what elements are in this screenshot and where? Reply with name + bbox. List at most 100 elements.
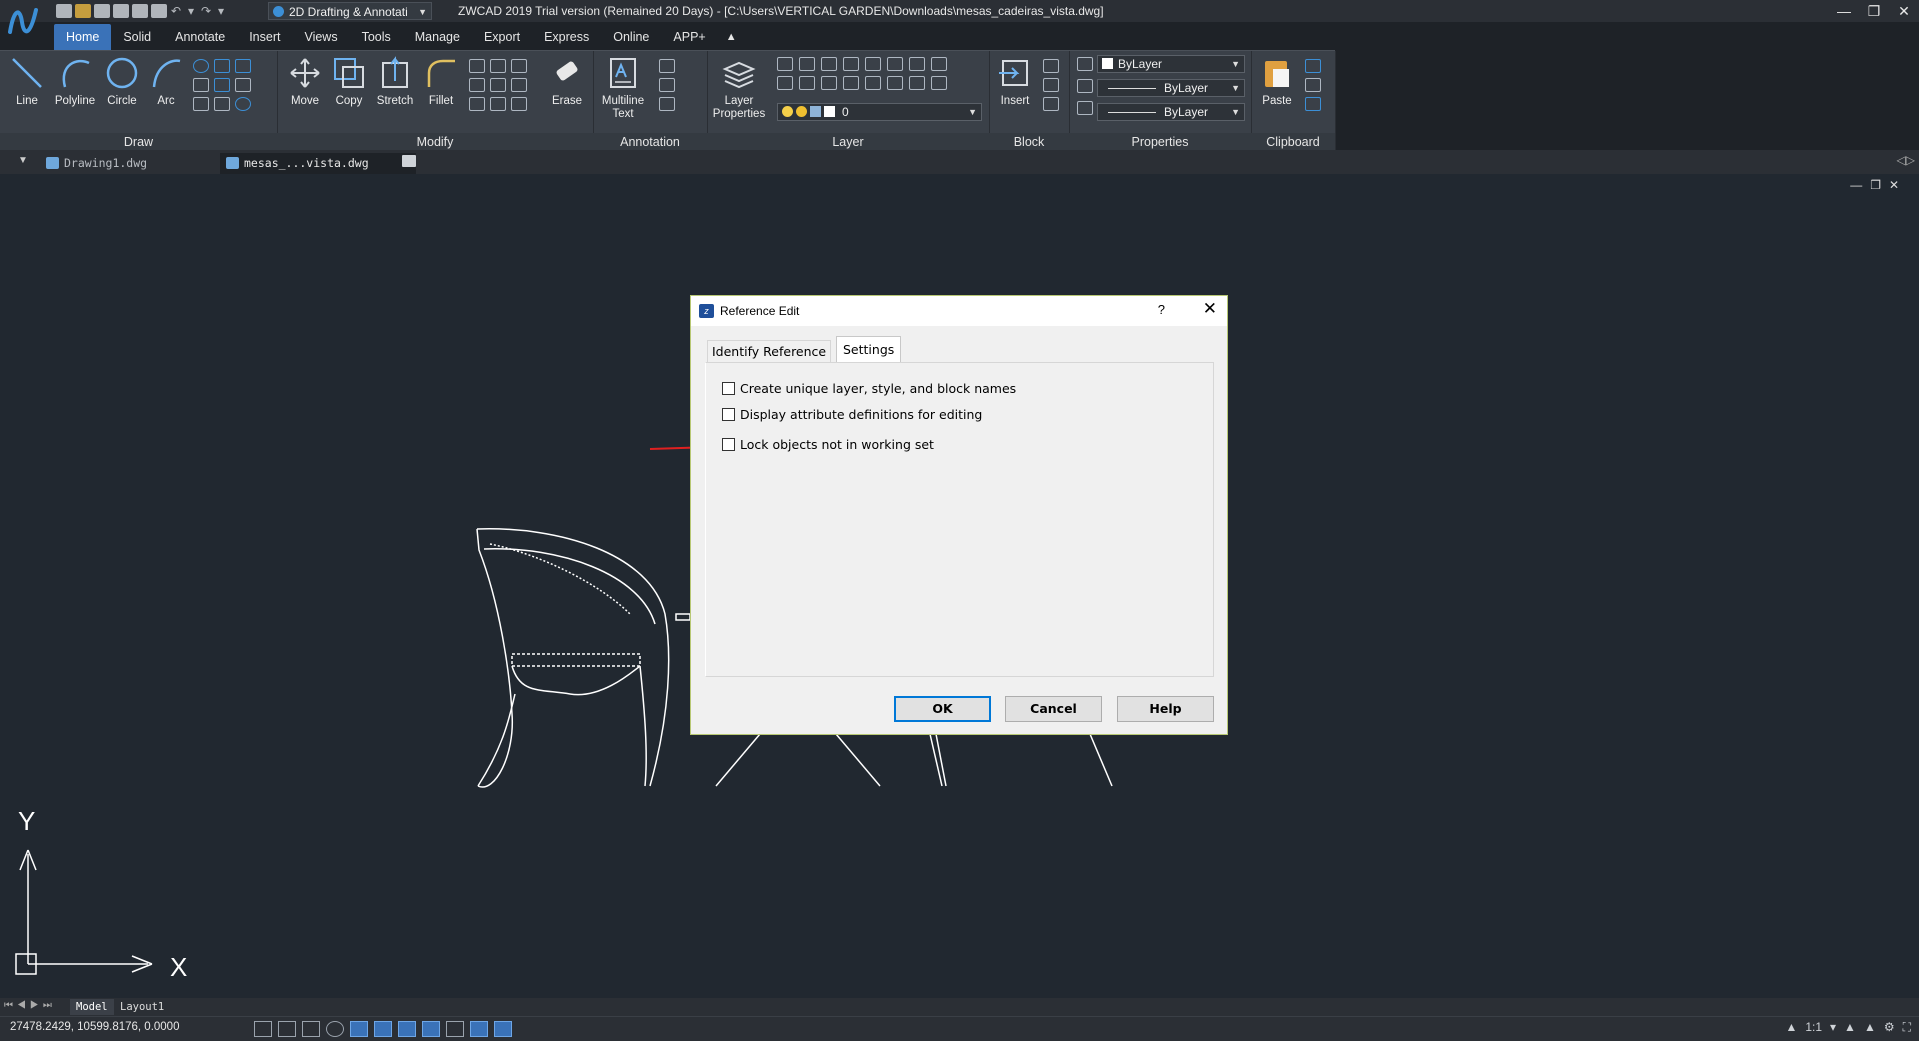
attribute-icon[interactable] <box>1043 97 1059 111</box>
copy-clip-icon[interactable] <box>1305 78 1321 92</box>
undo-dropdown-icon[interactable]: ▾ <box>185 4 197 18</box>
stretch-button[interactable]: Stretch <box>373 55 417 108</box>
layer-tool-icon[interactable] <box>821 57 837 71</box>
layout-nav-icons[interactable]: ⏮◀▶⏭ <box>4 1000 56 1011</box>
layer-tool-icon[interactable] <box>931 76 947 90</box>
tab-annotate[interactable]: Annotate <box>163 24 237 50</box>
layer-tool-icon[interactable] <box>887 57 903 71</box>
match-brush-icon[interactable] <box>1305 97 1321 111</box>
explode-icon[interactable] <box>490 97 506 111</box>
multiline-text-button[interactable]: Multiline Text <box>597 55 649 121</box>
tab-identify-reference[interactable]: Identify Reference <box>707 340 832 363</box>
leader-icon[interactable] <box>659 78 675 92</box>
close-icon[interactable]: ✕ <box>1889 0 1919 22</box>
annotation-scale-icon[interactable]: ▲ <box>1785 1020 1797 1035</box>
annotation-visibility-icon[interactable]: ▲ <box>1844 1020 1856 1035</box>
lineweight-dropdown[interactable]: ByLayer ▼ <box>1097 103 1245 121</box>
layer-dropdown[interactable]: 0 ▼ <box>777 103 982 121</box>
workspace-gear-icon[interactable]: ⚙ <box>1884 1020 1895 1035</box>
tab-insert[interactable]: Insert <box>237 24 292 50</box>
insert-button[interactable]: Insert <box>995 55 1035 108</box>
layer-tool-icon[interactable] <box>887 76 903 90</box>
paste-button[interactable]: Paste <box>1257 55 1297 108</box>
dynamic-input-icon[interactable] <box>422 1021 440 1037</box>
lineweight-icon[interactable] <box>1077 101 1093 115</box>
dyn-ucs-icon[interactable] <box>398 1021 416 1037</box>
layer-tool-icon[interactable] <box>777 76 793 90</box>
panel-draw-title[interactable]: Draw <box>0 133 277 151</box>
tab-layout1[interactable]: Layout1 <box>114 999 170 1015</box>
array-icon[interactable] <box>511 78 527 92</box>
scale-icon[interactable] <box>490 78 506 92</box>
layer-tool-icon[interactable] <box>821 76 837 90</box>
layer-tool-icon[interactable] <box>909 57 925 71</box>
redo-dropdown-icon[interactable]: ▾ <box>215 4 227 18</box>
layer-tool-icon[interactable] <box>799 76 815 90</box>
auto-scale-icon[interactable]: ▲ <box>1864 1020 1876 1035</box>
zwcad-logo-icon[interactable] <box>4 2 44 42</box>
osnap-icon[interactable] <box>350 1021 368 1037</box>
transparency-icon[interactable] <box>470 1021 488 1037</box>
grid-icon[interactable] <box>278 1021 296 1037</box>
spline-icon[interactable] <box>214 59 230 73</box>
arc-button[interactable]: Arc <box>146 55 186 108</box>
revision-cloud-icon[interactable] <box>214 78 230 92</box>
layer-tool-icon[interactable] <box>865 57 881 71</box>
circle-button[interactable]: Circle <box>100 55 144 108</box>
panel-modify-title[interactable]: Modify <box>277 133 593 151</box>
ortho-icon[interactable] <box>302 1021 320 1037</box>
layer-tool-icon[interactable] <box>843 57 859 71</box>
tab-scroll-icon[interactable]: ◁▷ <box>1897 153 1915 167</box>
print-icon[interactable] <box>132 4 148 18</box>
fullscreen-icon[interactable]: ⛶ <box>1903 1020 1911 1035</box>
mirror-icon[interactable] <box>469 78 485 92</box>
panel-annotation-title[interactable]: Annotation <box>593 133 707 151</box>
save-icon[interactable] <box>94 4 110 18</box>
snap-grid-icon[interactable] <box>254 1021 272 1037</box>
rotate-icon[interactable] <box>490 59 506 73</box>
layer-tool-icon[interactable] <box>843 76 859 90</box>
open-folder-icon[interactable] <box>75 4 91 18</box>
otrack-icon[interactable] <box>374 1021 392 1037</box>
lineweight-toggle-icon[interactable] <box>446 1021 464 1037</box>
layer-properties-button[interactable]: Layer Properties <box>709 55 769 121</box>
ok-button[interactable]: OK <box>894 696 991 722</box>
tab-express[interactable]: Express <box>532 24 601 50</box>
save-as-icon[interactable] <box>113 4 129 18</box>
tab-settings[interactable]: Settings <box>836 336 902 363</box>
rectangle-icon[interactable] <box>235 59 251 73</box>
tab-online[interactable]: Online <box>601 24 661 50</box>
linetype-icon[interactable] <box>1077 79 1093 93</box>
table-icon[interactable] <box>659 97 675 111</box>
edit-block-icon[interactable] <box>1043 78 1059 92</box>
checkbox[interactable] <box>722 408 735 421</box>
copy-button[interactable]: Copy <box>329 55 369 108</box>
new-tab-icon[interactable] <box>402 155 416 167</box>
donut-icon[interactable] <box>235 97 251 111</box>
polar-icon[interactable] <box>326 1021 344 1037</box>
plot-preview-icon[interactable] <box>151 4 167 18</box>
chevron-down-icon[interactable]: ▾ <box>1830 1020 1836 1035</box>
tab-manage[interactable]: Manage <box>403 24 472 50</box>
dimension-icon[interactable] <box>659 59 675 73</box>
gradient-icon[interactable] <box>193 97 209 111</box>
tab-tools[interactable]: Tools <box>350 24 403 50</box>
layer-tool-icon[interactable] <box>865 76 881 90</box>
minimize-icon[interactable]: — <box>1829 0 1859 22</box>
panel-block-title[interactable]: Block <box>989 133 1069 151</box>
tab-model[interactable]: Model <box>70 999 114 1015</box>
cut-icon[interactable] <box>1305 59 1321 73</box>
doc-tab-drawing1[interactable]: Drawing1.dwg <box>40 153 234 174</box>
ellipse-icon[interactable] <box>193 59 209 73</box>
checkbox[interactable] <box>722 382 735 395</box>
fillet-button[interactable]: Fillet <box>421 55 461 108</box>
tab-menu-icon[interactable]: ▼ <box>18 155 28 166</box>
offset-icon[interactable] <box>469 97 485 111</box>
region-icon[interactable] <box>235 78 251 92</box>
tab-views[interactable]: Views <box>292 24 349 50</box>
move-button[interactable]: Move <box>285 55 325 108</box>
extend-icon[interactable] <box>511 59 527 73</box>
tab-export[interactable]: Export <box>472 24 532 50</box>
panel-layer-title[interactable]: Layer <box>707 133 989 151</box>
tab-app-plus[interactable]: APP+ <box>661 24 717 50</box>
